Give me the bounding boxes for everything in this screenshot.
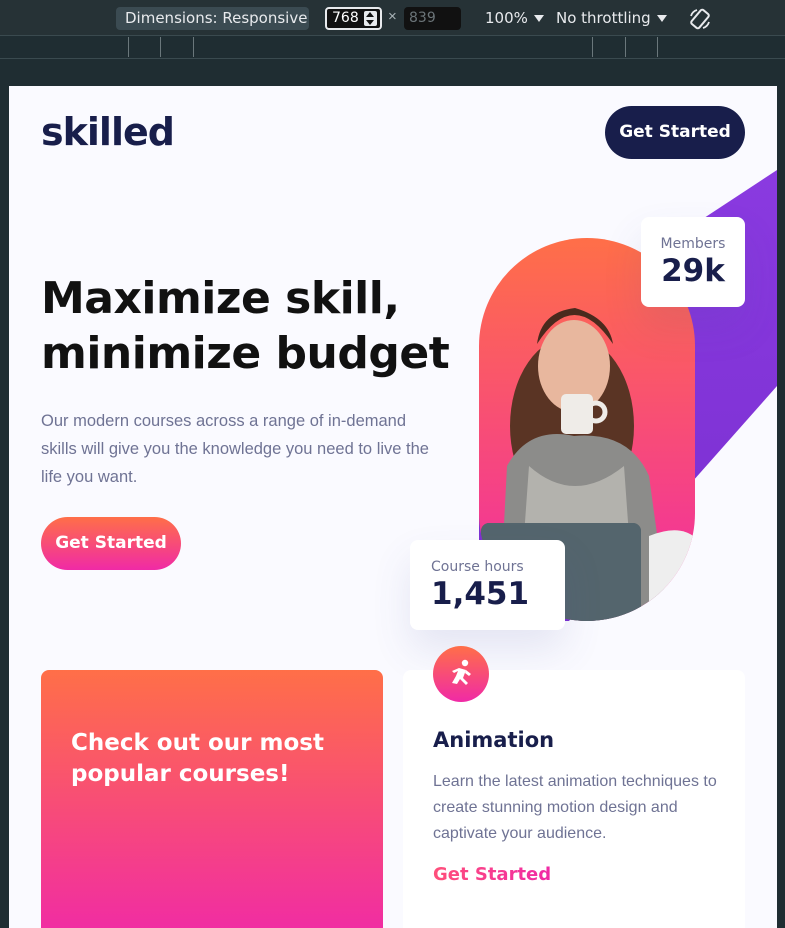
throttle-dropdown[interactable]: No throttling <box>556 7 667 30</box>
media-query-ruler <box>0 37 785 59</box>
stepper-icon[interactable] <box>364 11 377 26</box>
hero-title-line-2: minimize budget <box>41 328 450 379</box>
course-get-started-link[interactable]: Get Started <box>433 864 551 885</box>
course-title: Animation <box>433 728 555 752</box>
devtools-toolbar: Dimensions: Responsive 768 × 839 100% No… <box>0 0 785 45</box>
hero-title: Maximize skill, minimize budget <box>41 271 461 381</box>
ruler-tick <box>592 37 593 57</box>
members-value: 29k <box>661 253 725 289</box>
height-placeholder: 839 <box>409 10 436 26</box>
page-viewport: skilled Get Started Maximize skill, mini… <box>9 86 777 928</box>
running-figure-icon <box>433 646 489 702</box>
ruler-tick <box>160 37 161 57</box>
hero-description: Our modern courses across a range of in-… <box>41 412 429 486</box>
throttle-label: No throttling <box>556 9 651 27</box>
dimensions-dropdown[interactable]: Dimensions: Responsive <box>116 7 309 45</box>
times-separator: × <box>388 8 397 25</box>
hero-get-started-button[interactable]: Get Started <box>41 517 181 570</box>
popular-courses-card: Check out our most popular courses! <box>41 670 383 928</box>
zoom-label: 100% <box>485 9 528 27</box>
course-description: Learn the latest animation techniques to… <box>433 773 717 842</box>
header-get-started-button[interactable]: Get Started <box>605 106 745 159</box>
width-input[interactable]: 768 <box>325 7 382 30</box>
ruler-tick <box>193 37 194 57</box>
ruler-tick <box>128 37 129 57</box>
chevron-down-icon <box>656 15 667 22</box>
ruler-tick <box>657 37 658 57</box>
rotate-icon[interactable] <box>688 7 712 31</box>
course-card-animation: Animation Learn the latest animation tec… <box>403 670 745 928</box>
chevron-down-icon <box>533 15 544 22</box>
width-value: 768 <box>332 10 359 26</box>
hero-title-line-1: Maximize skill, <box>41 273 400 324</box>
height-input[interactable]: 839 <box>404 7 461 30</box>
popular-courses-title: Check out our most popular courses! <box>71 730 324 787</box>
course-hours-label: Course hours <box>431 559 524 575</box>
members-stat-card: Members 29k <box>641 217 745 307</box>
zoom-dropdown[interactable]: 100% <box>485 7 544 30</box>
course-hours-value: 1,451 <box>431 576 530 612</box>
dimensions-label: Dimensions: Responsive <box>125 9 308 27</box>
course-hours-stat-card: Course hours 1,451 <box>410 540 565 630</box>
site-logo[interactable]: skilled <box>41 110 175 154</box>
members-label: Members <box>660 236 726 252</box>
ruler-tick <box>625 37 626 57</box>
